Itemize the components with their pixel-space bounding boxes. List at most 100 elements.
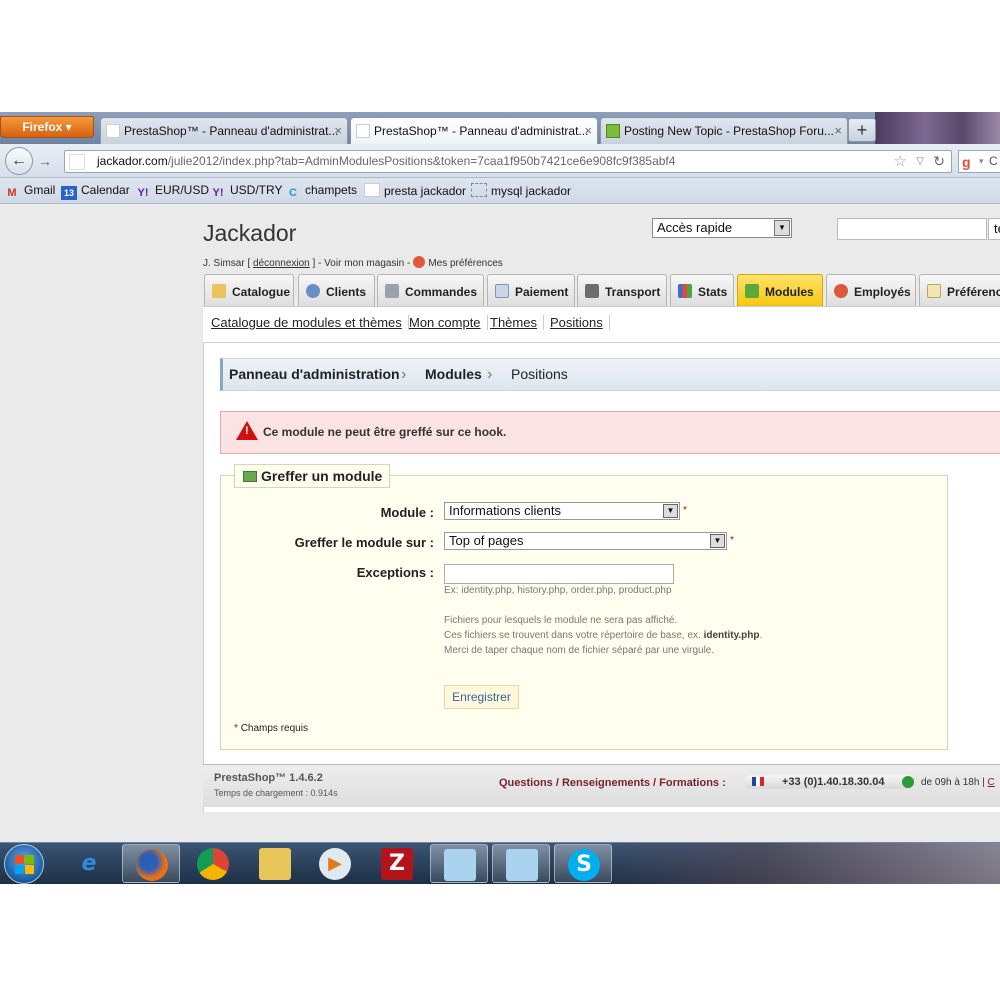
calendar-icon: 13: [61, 186, 77, 200]
exceptions-help-3: Merci de taper chaque nom de fichier sép…: [444, 645, 715, 656]
phone-widget[interactable]: +33 (0)1.40.18.30.04: [744, 775, 914, 789]
close-icon[interactable]: ×: [834, 123, 842, 138]
search-box[interactable]: g ▾ C: [958, 150, 1000, 173]
yahoo-icon: Y!: [212, 187, 224, 199]
taskbar-notepad-2[interactable]: [492, 844, 550, 883]
contact-link[interactable]: C: [988, 777, 995, 788]
chevron-down-icon: ▾: [979, 156, 984, 166]
form-legend: Greffer un module: [234, 464, 391, 488]
truck-icon: [585, 284, 599, 298]
browser-tab-bar: Firefox ▾ PrestaShop™ - Panneau d'admini…: [0, 112, 1000, 144]
hook-label: Greffer le module sur :: [294, 535, 434, 550]
chevron-right-icon: ›: [487, 366, 493, 383]
exceptions-help-2: Ces fichiers se trouvent dans votre répe…: [444, 630, 763, 641]
admin-search-button[interactable]: te: [988, 218, 1000, 240]
page-icon: [364, 183, 380, 197]
taskbar-chrome[interactable]: [184, 844, 242, 883]
tab-paiement[interactable]: Paiement: [487, 274, 575, 306]
user-line: J. Simsar [ déconnexion ] - Voir mon mag…: [203, 256, 503, 269]
user-icon: [306, 284, 320, 298]
bookmark-champets[interactable]: Cchampets: [285, 183, 357, 200]
tab-transport[interactable]: Transport: [577, 274, 667, 306]
submenu-mon-compte[interactable]: Mon compte: [409, 315, 488, 330]
quick-access-select[interactable]: Accès rapide ▼: [652, 218, 792, 238]
logout-link[interactable]: déconnexion: [253, 258, 310, 269]
bookmark-presta-jackador[interactable]: presta jackador: [364, 183, 466, 198]
new-tab-button[interactable]: +: [848, 118, 876, 142]
notepad-icon: [444, 849, 476, 881]
taskbar-notepad-1[interactable]: [430, 844, 488, 883]
submenu-catalogue-modules-themes[interactable]: Catalogue de modules et thèmes: [211, 315, 409, 330]
payment-icon: [495, 284, 509, 298]
taskbar-internet-explorer[interactable]: e: [60, 844, 118, 883]
tab-stats[interactable]: Stats: [670, 274, 734, 306]
submenu-positions[interactable]: Positions: [550, 315, 610, 330]
breadcrumb-current: Positions: [511, 366, 568, 382]
close-icon[interactable]: ×: [334, 123, 342, 138]
tab-modules[interactable]: Modules: [737, 274, 823, 306]
submenu: Catalogue de modules et thèmes Mon compt…: [203, 306, 1000, 342]
bookmark-star-icon[interactable]: ☆: [894, 151, 907, 172]
arrow-right-icon: →: [38, 153, 52, 169]
hook-select[interactable]: Top of pages ▼: [444, 532, 727, 550]
site-identity-icon: [69, 154, 85, 170]
window-background: [875, 112, 1000, 144]
forum-icon: [606, 124, 620, 138]
internet-explorer-icon: e: [81, 851, 97, 876]
tab-prestashop-1[interactable]: PrestaShop™ - Panneau d'administrat... ×: [100, 117, 348, 144]
support-label: Questions / Renseignements / Formations …: [499, 777, 726, 789]
media-player-icon: ▶: [319, 848, 351, 880]
reload-icon[interactable]: ↻: [933, 151, 945, 172]
bookmark-usd-try[interactable]: Y! USD/TRY: [210, 183, 283, 200]
cart-icon: [385, 284, 399, 298]
submenu-themes[interactable]: Thèmes: [490, 315, 544, 330]
tab-catalogue[interactable]: Catalogue: [204, 274, 294, 306]
url-bar[interactable]: jackador.com/julie2012/index.php?tab=Adm…: [64, 150, 952, 173]
taskbar-firefox[interactable]: [122, 844, 180, 883]
exceptions-example: Ex: identity.php, history.php, order.php…: [444, 585, 672, 596]
phone-number: +33 (0)1.40.18.30.04: [782, 776, 885, 788]
tab-prestashop-2[interactable]: PrestaShop™ - Panneau d'administrat... ×: [350, 117, 598, 144]
tab-title: PrestaShop™ - Panneau d'administrat...: [124, 124, 339, 138]
required-star: *: [730, 535, 734, 546]
warning-icon: !: [236, 421, 258, 440]
site-title: Jackador: [203, 220, 297, 246]
bookmark-mysql-jackador[interactable]: mysql jackador: [471, 183, 571, 198]
bookmark-gmail[interactable]: M Gmail: [4, 183, 55, 200]
taskbar-filezilla[interactable]: Z: [368, 844, 426, 883]
tab-employes[interactable]: Employés: [826, 274, 916, 306]
taskbar-skype[interactable]: S: [554, 844, 612, 883]
back-button[interactable]: ←: [5, 147, 33, 175]
module-label: Module :: [380, 505, 434, 520]
taskbar-explorer[interactable]: [246, 844, 304, 883]
module-select[interactable]: Informations clients ▼: [444, 502, 680, 520]
bookmark-calendar[interactable]: 13 Calendar: [61, 183, 130, 200]
save-button[interactable]: Enregistrer: [444, 685, 519, 709]
breadcrumb-item[interactable]: Modules: [425, 359, 482, 390]
arrow-left-icon: ←: [11, 152, 27, 169]
firefox-menu-button[interactable]: Firefox ▾: [0, 116, 94, 138]
tab-preferences[interactable]: Préférenc: [919, 274, 1000, 306]
start-button[interactable]: [4, 844, 44, 884]
bookmark-eur-usd[interactable]: Y! EUR/USD: [135, 183, 210, 200]
yahoo-icon: Y!: [137, 187, 149, 199]
error-text: Ce module ne peut être greffé sur ce hoo…: [263, 425, 507, 439]
module-icon: [243, 471, 257, 482]
close-icon[interactable]: ×: [584, 123, 592, 138]
tab-title: PrestaShop™ - Panneau d'administrat...: [374, 124, 589, 138]
exceptions-input[interactable]: [444, 564, 674, 584]
tab-posting-new-topic[interactable]: Posting New Topic - PrestaShop Foru... ×: [600, 117, 848, 144]
breadcrumb-item[interactable]: Panneau d'administration: [229, 359, 400, 390]
url-host: jackador.com: [97, 154, 168, 168]
tab-clients[interactable]: Clients: [298, 274, 375, 306]
preferences-link[interactable]: Mes préférences: [428, 258, 502, 269]
history-dropdown-icon[interactable]: ▽: [916, 151, 924, 172]
support-hours: de 09h à 18h | C: [921, 777, 995, 788]
page-icon: [106, 124, 120, 138]
exceptions-help-1: Fichiers pour lesquels le module ne sera…: [444, 615, 678, 626]
taskbar-media-player[interactable]: ▶: [306, 844, 364, 883]
admin-search-input[interactable]: [837, 218, 987, 240]
forward-button[interactable]: →: [34, 152, 56, 170]
tab-commandes[interactable]: Commandes: [377, 274, 484, 306]
chevron-right-icon: ›: [401, 366, 407, 383]
